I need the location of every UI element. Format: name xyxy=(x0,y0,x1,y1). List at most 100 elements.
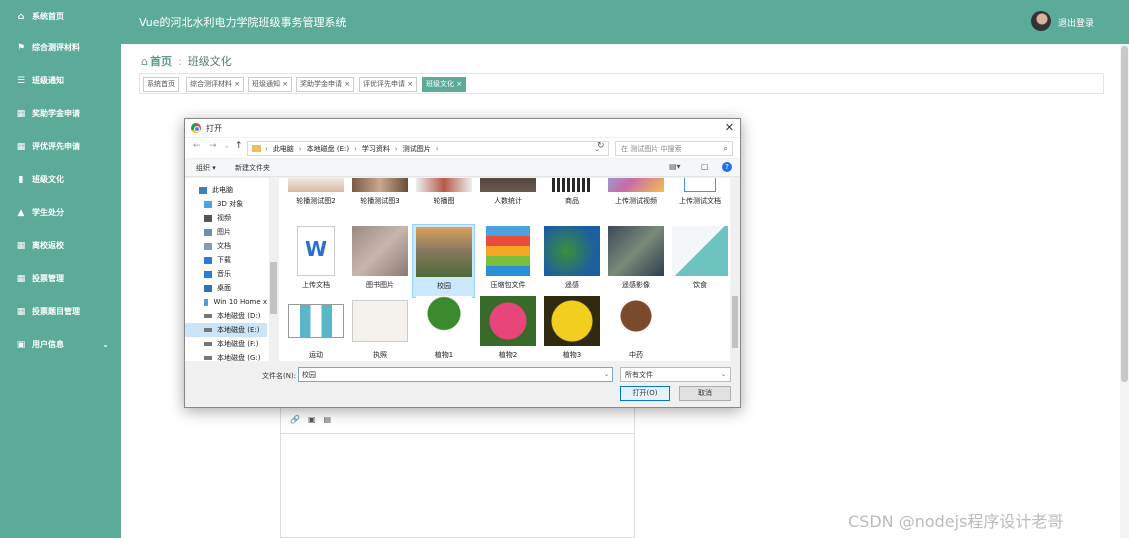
file-item[interactable]: 轮播测试图2 xyxy=(286,178,346,212)
navigation-pane: 此电脑 3D 对象 视频 图片 文档 下载 音乐 桌面 Win 10 Home … xyxy=(185,178,270,361)
view-options-icon[interactable]: ▤▾ xyxy=(669,162,681,171)
link-icon[interactable]: 🔗 xyxy=(290,415,300,424)
file-item[interactable]: W 上传测试文档 xyxy=(670,178,730,212)
sidebar-item-discipline[interactable]: ▲ 学生处分 xyxy=(0,196,121,229)
filename-input[interactable]: 校园 ⌄ xyxy=(298,367,613,382)
tag-home[interactable]: 系统首页 xyxy=(143,77,179,92)
file-item-selected[interactable]: 校园 xyxy=(412,224,475,298)
image-icon[interactable]: ▣ xyxy=(308,415,316,424)
tag-culture[interactable]: 班级文化 × xyxy=(422,77,467,92)
nav-item-drive-f[interactable]: 本地磁盘 (F:) xyxy=(185,337,267,351)
breadcrumb-home[interactable]: 首页 xyxy=(150,53,172,69)
sidebar: ⌂ 系统首页 ⚑ 综合测评材料 ☰ 班级通知 ▦ 奖助学金申请 ▦ 评优评先申请 ▮ 班级文… xyxy=(0,0,121,538)
tag-scholarship[interactable]: 奖助学金申请 × xyxy=(296,77,355,92)
sidebar-item-leave[interactable]: ▦ 离校返校 xyxy=(0,229,121,262)
tag-assessment[interactable]: 综合测评材料 × xyxy=(186,77,245,92)
file-grid-scrollbar[interactable] xyxy=(730,178,740,361)
nav-item-video[interactable]: 视频 xyxy=(185,211,267,225)
sidebar-item-user[interactable]: ▣ 用户信息 ⌄ xyxy=(0,328,121,361)
sidebar-item-vote-topic[interactable]: ▦ 投票题目管理 xyxy=(0,295,121,328)
nav-item-downloads[interactable]: 下载 xyxy=(185,253,267,267)
chevron-right-icon: › xyxy=(298,144,302,153)
editor-divider xyxy=(281,433,634,434)
cancel-button[interactable]: 取消 xyxy=(679,386,731,401)
up-icon[interactable]: ↑ xyxy=(235,141,243,151)
grid-icon: ▦ xyxy=(16,141,26,152)
forward-icon[interactable]: → xyxy=(209,141,217,151)
file-item[interactable]: 遥感影像 xyxy=(606,226,666,296)
file-item[interactable]: 植物3 xyxy=(542,296,602,361)
nav-item-drive-g[interactable]: 本地磁盘 (G:) xyxy=(185,351,267,361)
back-icon[interactable]: ← xyxy=(193,141,201,151)
new-folder-button[interactable]: 新建文件夹 xyxy=(235,163,270,173)
file-item[interactable]: 上传测试视频 xyxy=(606,178,666,212)
nav-scrollbar[interactable] xyxy=(269,178,278,361)
file-item[interactable]: 轮播测试图3 xyxy=(350,178,410,212)
file-item[interactable]: 压缩包文件 xyxy=(478,226,538,296)
file-item[interactable]: W 上传文档 xyxy=(286,226,346,296)
file-grid-scrollbar-thumb[interactable] xyxy=(732,296,738,348)
file-item[interactable]: 人数统计 xyxy=(478,178,538,212)
path-segment[interactable]: 此电脑 xyxy=(273,144,294,154)
nav-item-label: 文档 xyxy=(217,242,231,250)
nav-item-drive-d[interactable]: 本地磁盘 (D:) xyxy=(185,309,267,323)
nav-item-3d[interactable]: 3D 对象 xyxy=(185,197,267,211)
chevron-right-icon: › xyxy=(265,144,268,153)
video-icon[interactable]: ▤ xyxy=(324,415,332,424)
file-name: 压缩包文件 xyxy=(490,281,526,289)
file-item[interactable]: 植物2 xyxy=(478,296,538,361)
sidebar-item-scholarship[interactable]: ▦ 奖助学金申请 xyxy=(0,97,121,130)
nav-item-desktop[interactable]: 桌面 xyxy=(185,281,267,295)
search-input[interactable]: 在 测试图片 中搜索 ⌕ xyxy=(615,141,733,156)
address-bar[interactable]: › 此电脑 › 本地磁盘 (E:) › 学习资料 › 测试图片 › ⌄ xyxy=(247,141,609,156)
tag-award[interactable]: 评优评先申请 × xyxy=(359,77,418,92)
file-item[interactable]: 执照 xyxy=(350,296,410,361)
sidebar-item-culture[interactable]: ▮ 班级文化 xyxy=(0,163,121,196)
nav-item-music[interactable]: 音乐 xyxy=(185,267,267,281)
path-segment[interactable]: 本地磁盘 (E:) xyxy=(307,144,349,154)
path-segment[interactable]: 学习资料 xyxy=(362,144,390,154)
nav-item-pictures[interactable]: 图片 xyxy=(185,225,267,239)
file-item[interactable]: 植物1 xyxy=(414,296,474,361)
nav-item-drive-c[interactable]: Win 10 Home x xyxy=(185,295,267,309)
tag-notice[interactable]: 班级通知 × xyxy=(248,77,293,92)
avatar[interactable] xyxy=(1031,11,1051,31)
sidebar-item-label: 班级文化 xyxy=(32,175,64,184)
sidebar-item-label: 学生处分 xyxy=(32,208,64,217)
file-item[interactable]: 商品 xyxy=(542,178,602,212)
nav-item-label: Win 10 Home x xyxy=(213,298,267,306)
filetype-select[interactable]: 所有文件 ⌄ xyxy=(620,367,731,382)
nav-item-label: 本地磁盘 (D:) xyxy=(217,312,261,320)
file-item[interactable]: 中药 xyxy=(606,296,666,361)
sidebar-item-home[interactable]: ⌂ 系统首页 xyxy=(0,0,121,33)
sidebar-item-award[interactable]: ▦ 评优评先申请 xyxy=(0,130,121,163)
preview-pane-icon[interactable]: ▢ xyxy=(701,162,709,171)
search-icon: ⌕ xyxy=(723,143,728,153)
path-segment[interactable]: 测试图片 xyxy=(403,144,431,154)
flag-icon: ⚑ xyxy=(16,42,26,53)
rich-text-editor[interactable]: 🔗 ▣ ▤ xyxy=(280,400,635,538)
file-item[interactable]: 饮食 xyxy=(670,226,730,296)
sidebar-item-vote[interactable]: ▦ 投票管理 xyxy=(0,262,121,295)
recent-dropdown-icon[interactable]: ⌄ xyxy=(223,141,231,151)
close-icon[interactable]: ✕ xyxy=(725,121,734,134)
help-icon[interactable]: ? xyxy=(722,162,732,172)
nav-scrollbar-thumb[interactable] xyxy=(270,262,277,314)
refresh-icon[interactable]: ↻ xyxy=(597,141,605,151)
file-item[interactable]: 轮播图 xyxy=(414,178,474,212)
nav-item-this-pc[interactable]: 此电脑 xyxy=(185,183,267,197)
file-name: 上传文档 xyxy=(302,281,330,289)
open-button[interactable]: 打开(O) xyxy=(620,386,670,401)
file-item[interactable]: 图书图片 xyxy=(350,226,410,296)
image-thumbnail xyxy=(416,178,472,192)
logout-link[interactable]: 退出登录 xyxy=(1058,16,1094,29)
sidebar-item-assessment[interactable]: ⚑ 综合测评材料 xyxy=(0,31,121,64)
file-item[interactable]: 遥感 xyxy=(542,226,602,296)
sidebar-item-notice[interactable]: ☰ 班级通知 xyxy=(0,64,121,97)
chevron-down-icon[interactable]: ⌄ xyxy=(604,371,609,378)
page-scrollbar-thumb[interactable] xyxy=(1121,46,1128,382)
nav-item-drive-e[interactable]: 本地磁盘 (E:) xyxy=(185,323,267,337)
organize-button[interactable]: 组织 ▾ xyxy=(196,163,216,173)
nav-item-documents[interactable]: 文档 xyxy=(185,239,267,253)
file-item[interactable]: 运动 xyxy=(286,296,346,361)
